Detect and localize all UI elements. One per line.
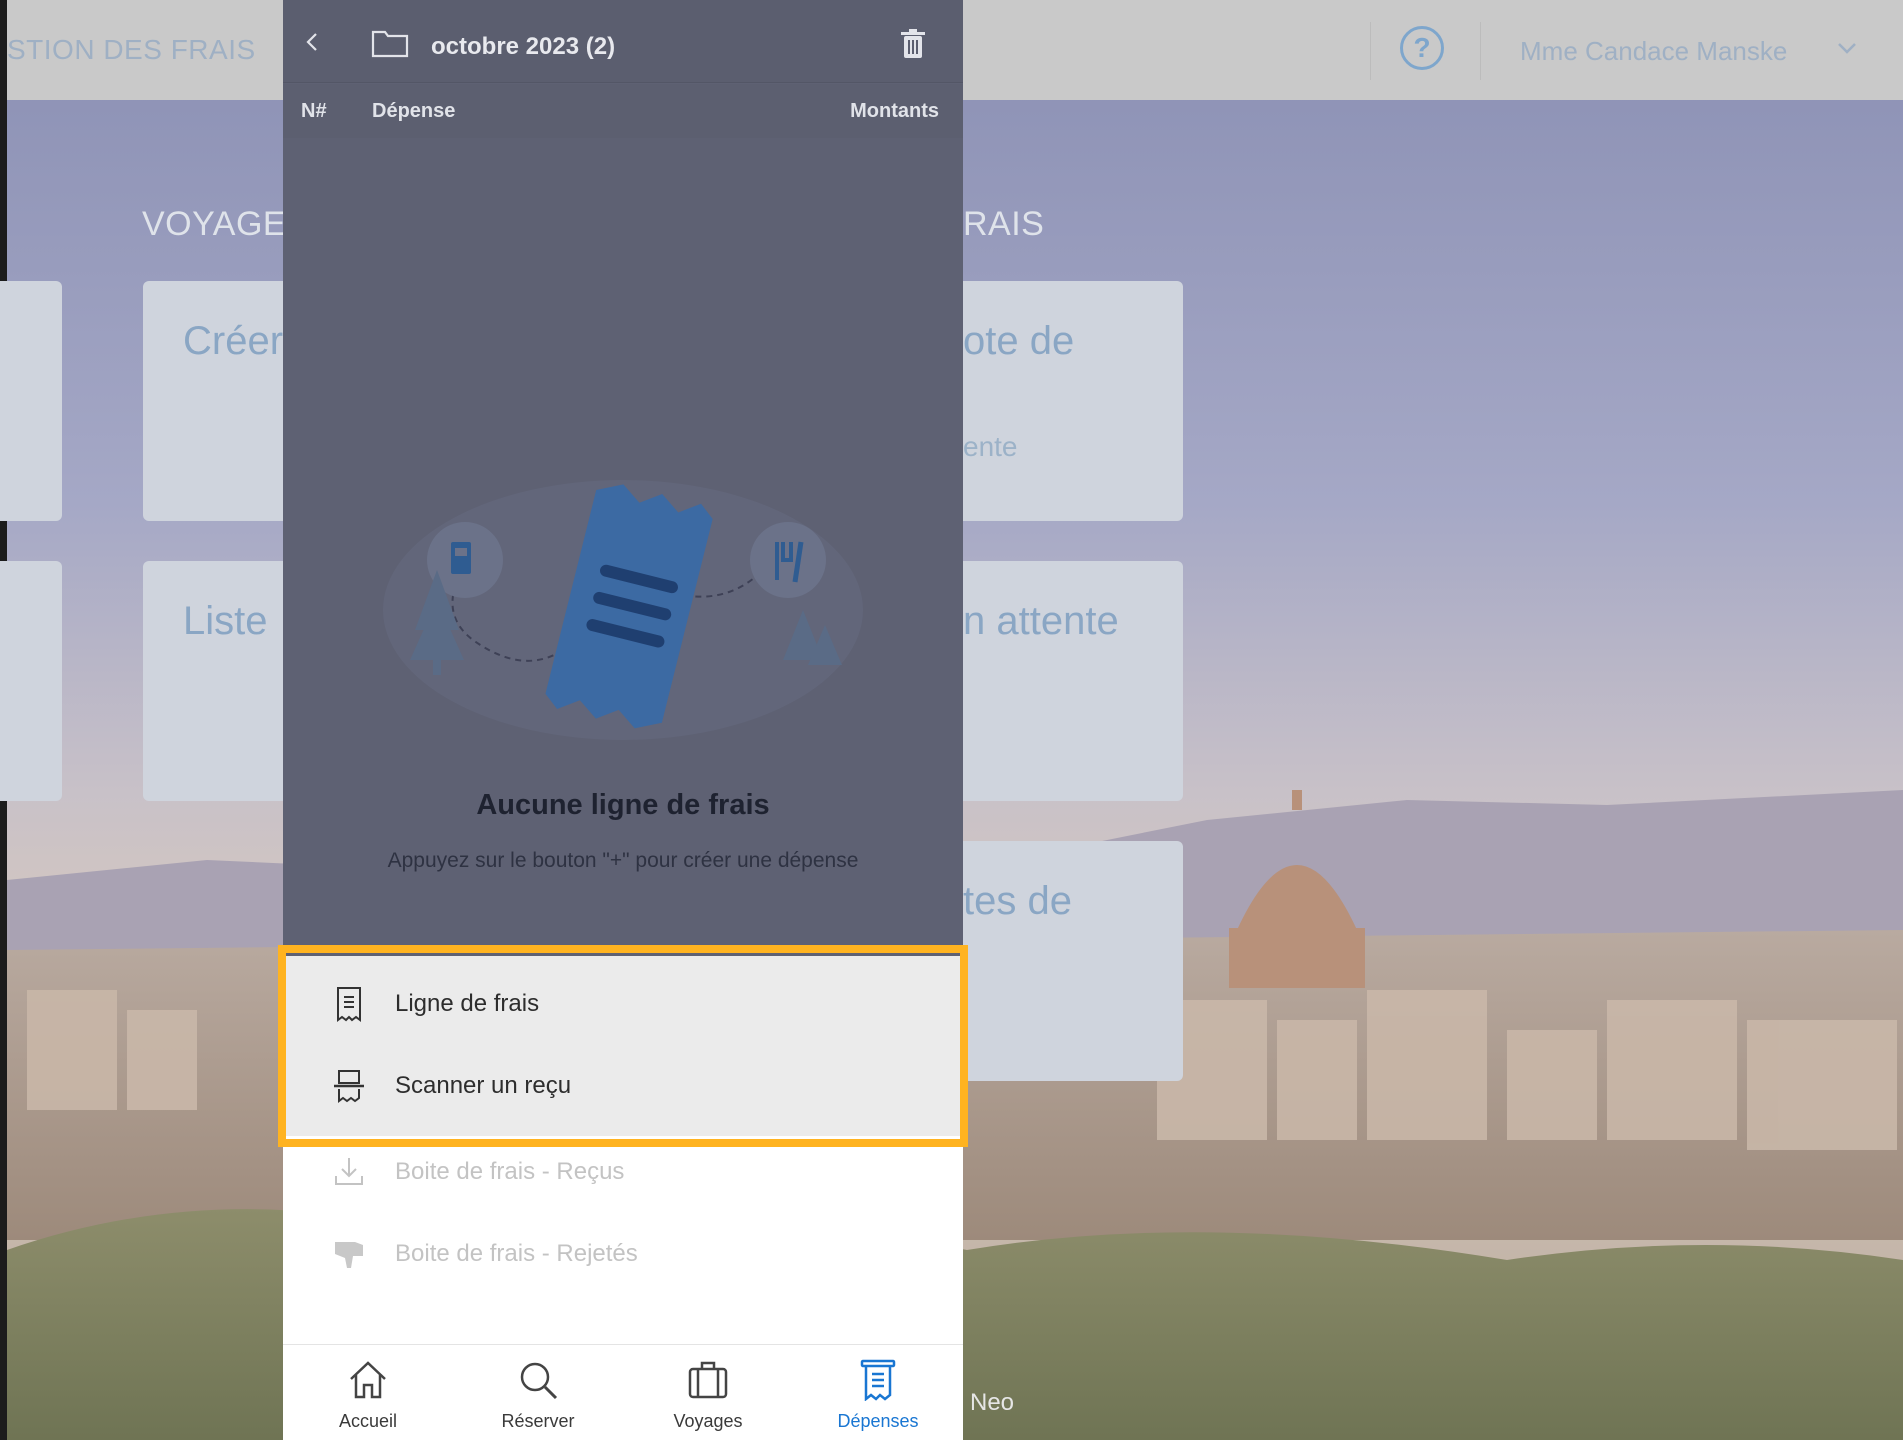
header-divider <box>1480 22 1481 80</box>
menu-item-inbox-rejected[interactable]: Boite de frais - Rejetés <box>283 1218 963 1288</box>
nav-tab-trips[interactable]: Voyages <box>623 1345 793 1440</box>
search-icon <box>520 1362 558 1400</box>
app-title: STION DES FRAIS <box>7 34 256 65</box>
panel-header: octobre 2023 (2) <box>283 0 963 83</box>
thumbs-down-icon <box>335 1242 363 1268</box>
menu-item-label: Boite de frais - Rejetés <box>395 1240 638 1267</box>
chevron-down-icon[interactable] <box>1835 36 1859 60</box>
trash-icon[interactable] <box>900 28 926 60</box>
back-arrow-icon[interactable] <box>301 30 325 54</box>
bottom-navigation: Accueil Réserver Voyages Dépenses <box>283 1344 963 1440</box>
column-header-num: N# <box>301 100 327 122</box>
column-header-expense: Dépense <box>372 100 456 122</box>
nav-tab-expenses[interactable]: Dépenses <box>793 1345 963 1440</box>
mobile-expense-panel: octobre 2023 (2) N# Dépense Montants Auc… <box>283 0 963 1440</box>
dashboard-card[interactable] <box>0 281 62 521</box>
empty-state-illustration <box>383 480 863 740</box>
nav-tab-home[interactable]: Accueil <box>283 1345 453 1440</box>
help-icon[interactable]: ? <box>1400 26 1444 70</box>
nav-tab-book[interactable]: Réserver <box>453 1345 623 1440</box>
folder-title: octobre 2023 (2) <box>431 33 616 60</box>
column-header-amount: Montants <box>850 100 939 122</box>
dashboard-card[interactable] <box>0 561 62 801</box>
footer-brand: Neo <box>970 1389 1015 1416</box>
card-label: n attente <box>963 599 1119 643</box>
card-label: Liste <box>183 599 268 643</box>
empty-state-subtitle: Appuyez sur le bouton "+" pour créer une… <box>387 849 859 872</box>
folder-icon <box>371 30 409 58</box>
card-label: Créer <box>183 319 284 363</box>
section-title-voyage: VOYAGE <box>142 205 287 243</box>
card-label: ote de <box>963 319 1075 363</box>
nav-tab-label: Accueil <box>338 1411 398 1431</box>
menu-item-label: Boite de frais - Reçus <box>395 1158 625 1185</box>
action-menu-disabled: Boite de frais - Reçus Boite de frais - … <box>283 1136 963 1344</box>
user-menu-name[interactable]: Mme Candace Manske <box>1520 36 1787 67</box>
expense-receipt-icon <box>860 1359 896 1401</box>
card-label: tes de <box>963 879 1072 923</box>
home-icon <box>350 1361 386 1399</box>
empty-state-title: Aucune ligne de frais <box>476 789 770 821</box>
section-title-frais: RAIS <box>963 205 1045 243</box>
luggage-icon <box>688 1361 728 1399</box>
highlight-frame <box>278 945 968 1147</box>
download-icon <box>335 1158 363 1185</box>
header-divider <box>1370 22 1371 80</box>
screen: STION DES FRAIS ? Mme Candace Manske VOY… <box>0 0 1903 1440</box>
nav-tab-label: Voyages <box>673 1411 743 1431</box>
nav-tab-label: Dépenses <box>837 1411 919 1431</box>
card-sublabel: ente <box>963 431 1018 462</box>
nav-tab-label: Réserver <box>501 1411 575 1431</box>
